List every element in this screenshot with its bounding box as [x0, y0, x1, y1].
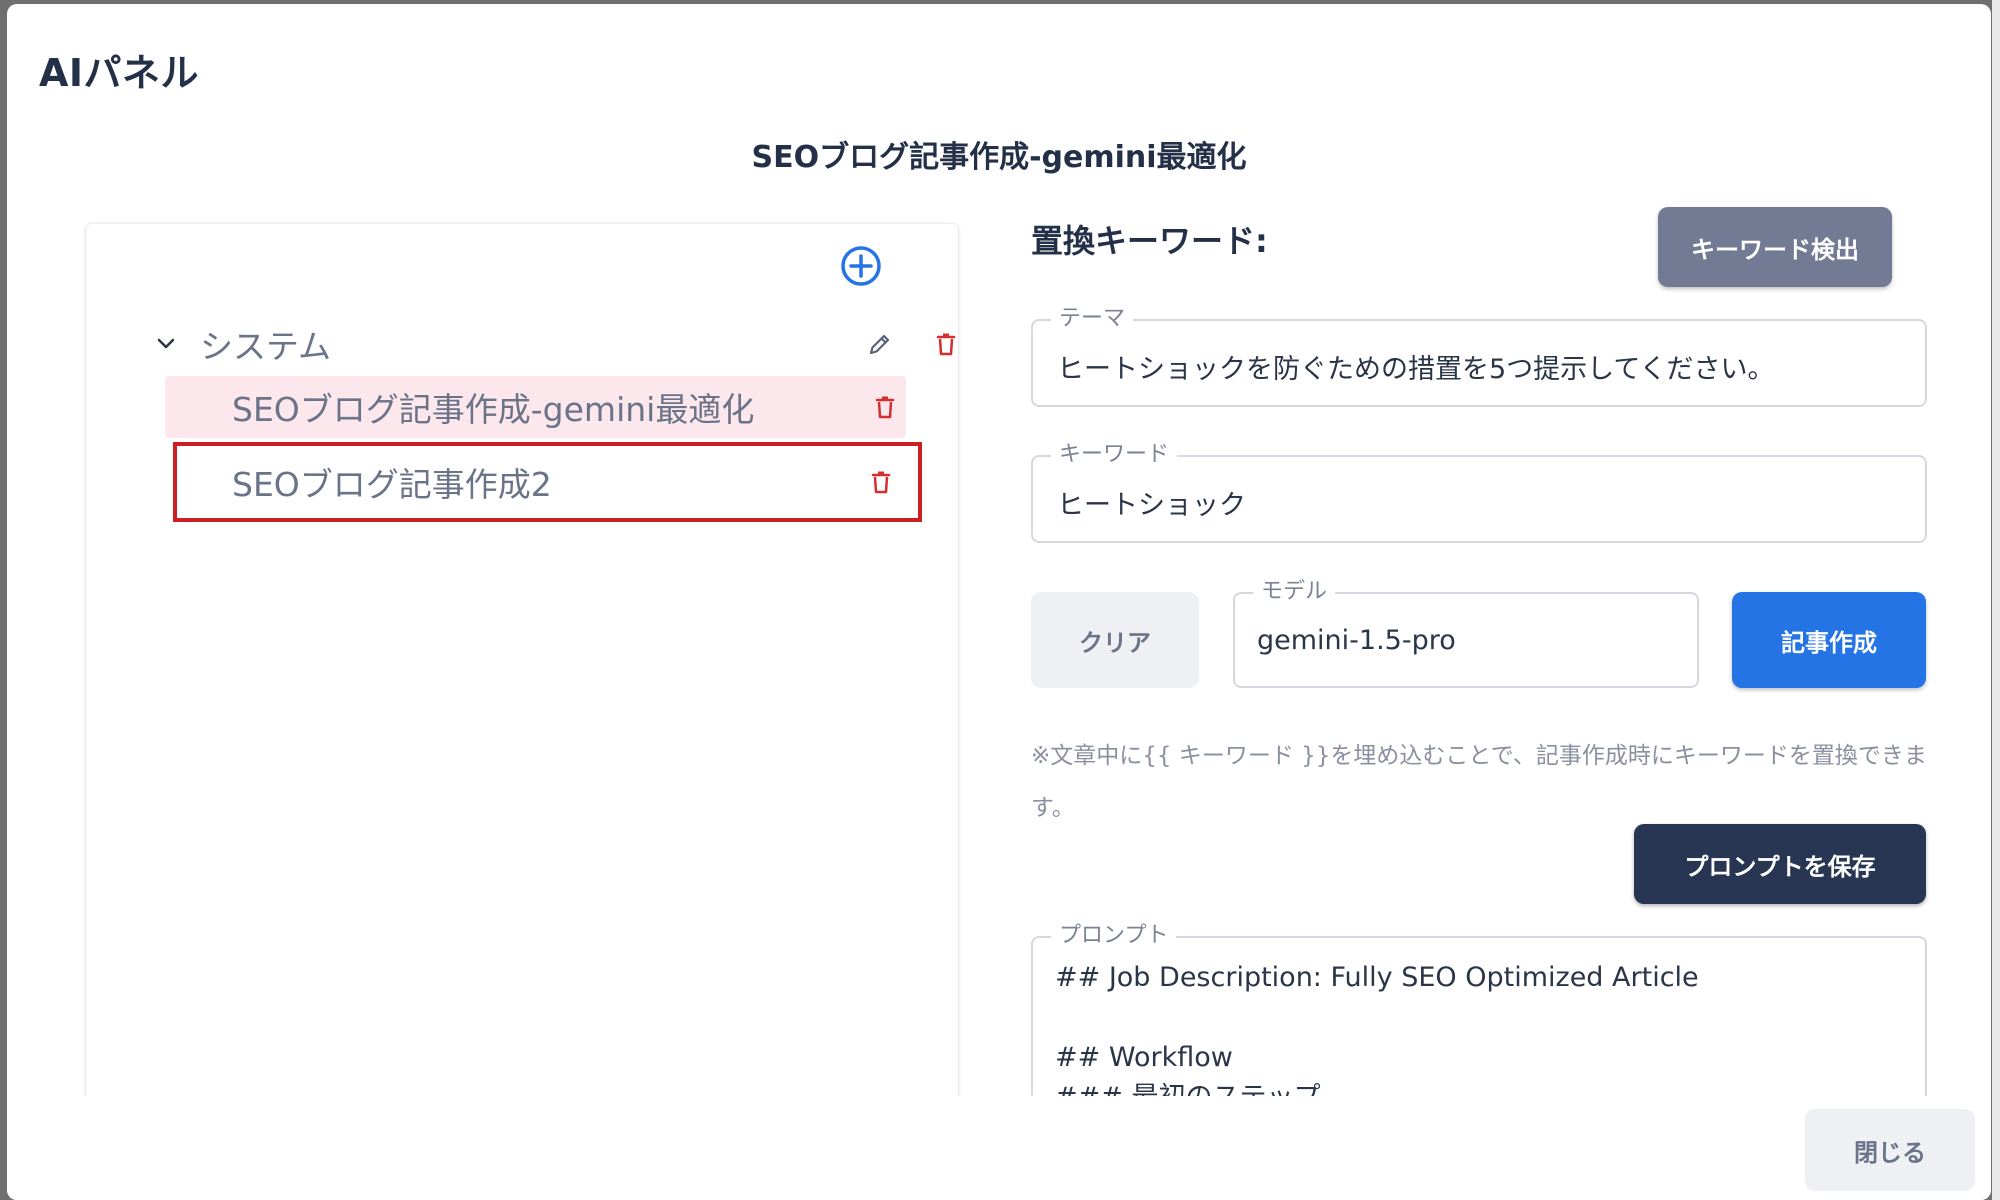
trash-icon[interactable]	[869, 391, 901, 423]
theme-value[interactable]: ヒートショックを防ぐための措置を5つ提示してください。	[1057, 347, 1775, 386]
tree-item-label: SEOブログ記事作成2	[232, 465, 552, 504]
keyword-note: ※文章中に{{ キーワード }}を埋め込むことで、記事作成時にキーワードを置換で…	[1031, 743, 1927, 821]
add-prompt-button[interactable]	[839, 244, 883, 288]
model-value[interactable]: gemini-1.5-pro	[1257, 625, 1456, 656]
model-field[interactable]: モデル gemini-1.5-pro	[1233, 577, 1699, 688]
keyword-field[interactable]: キーワード ヒートショック	[1031, 440, 1927, 543]
plus-circle-icon	[841, 246, 881, 286]
trash-icon[interactable]	[865, 466, 897, 498]
detect-keywords-button[interactable]: キーワード検出	[1658, 207, 1892, 287]
folder-label: システム	[200, 327, 332, 366]
clear-button[interactable]: クリア	[1031, 592, 1199, 688]
background-strip	[1992, 0, 2000, 1200]
model-label: モデル	[1253, 577, 1336, 607]
create-article-button[interactable]: 記事作成	[1732, 592, 1926, 688]
theme-field[interactable]: テーマ ヒートショックを防ぐための措置を5つ提示してください。	[1031, 304, 1927, 407]
chevron-down-icon[interactable]	[152, 330, 180, 358]
tree-item-highlighted[interactable]: SEOブログ記事作成2	[173, 442, 922, 522]
keyword-value[interactable]: ヒートショック	[1057, 483, 1246, 522]
prompt-tree-panel: システム SEOブログ記事作成-gemini最適化 SEOブログ記事作成2	[86, 224, 958, 1200]
theme-label: テーマ	[1051, 304, 1134, 334]
dialog-title: AIパネル	[39, 51, 200, 95]
page-title: SEOブログ記事作成-gemini最適化	[751, 140, 1247, 175]
trash-icon[interactable]	[930, 328, 962, 360]
replace-keywords-heading: 置換キーワード:	[1031, 222, 1268, 260]
pencil-icon[interactable]	[864, 328, 896, 360]
tree-item-label: SEOブログ記事作成-gemini最適化	[232, 390, 755, 429]
tree-folder-system[interactable]: システム	[152, 314, 956, 374]
save-prompt-button[interactable]: プロンプトを保存	[1634, 824, 1926, 904]
close-button[interactable]: 閉じる	[1805, 1109, 1975, 1191]
ai-panel-dialog: AIパネル SEOブログ記事作成-gemini最適化 システム SEOブログ記事…	[7, 4, 1991, 1200]
prompt-label: プロンプト	[1051, 921, 1177, 951]
tree-item-selected[interactable]: SEOブログ記事作成-gemini最適化	[165, 376, 906, 438]
prompt-textarea[interactable]: ## Job Description: Fully SEO Optimized …	[1055, 958, 1699, 1118]
dialog-footer	[7, 1096, 1991, 1200]
keyword-label: キーワード	[1051, 440, 1178, 470]
